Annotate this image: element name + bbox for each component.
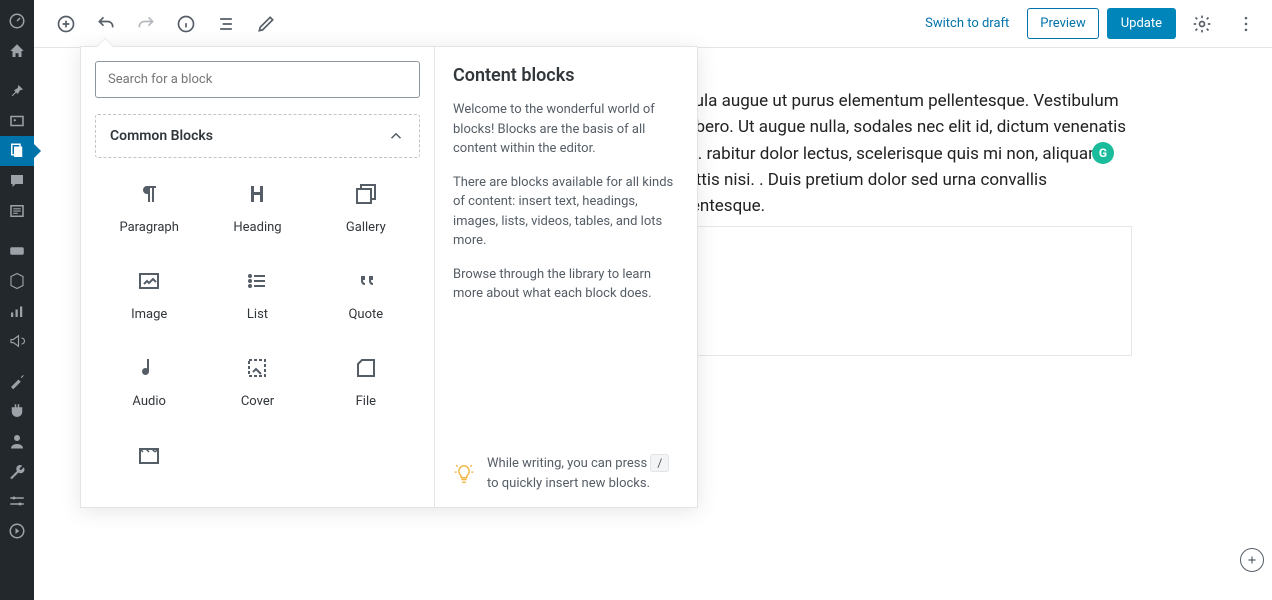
block-list[interactable]: List: [203, 255, 311, 334]
editor-toolbar: Switch to draft Preview Update: [34, 0, 1272, 48]
lightbulb-icon: [453, 463, 475, 485]
media-icon[interactable]: [0, 106, 34, 136]
feedback-icon[interactable]: [0, 196, 34, 226]
editor-main: Switch to draft Preview Update agna metu…: [34, 0, 1272, 600]
update-button[interactable]: Update: [1107, 8, 1176, 39]
undo-button[interactable]: [88, 6, 124, 42]
block-video[interactable]: [95, 429, 203, 493]
inserter-info-title: Content blocks: [453, 65, 679, 86]
block-cover[interactable]: Cover: [203, 342, 311, 421]
grammarly-badge[interactable]: G: [1092, 142, 1114, 164]
block-gallery[interactable]: Gallery: [312, 168, 420, 247]
comments-icon[interactable]: [0, 166, 34, 196]
products-icon[interactable]: [0, 266, 34, 296]
block-image[interactable]: Image: [95, 255, 203, 334]
block-paragraph[interactable]: Paragraph: [95, 168, 203, 247]
info-button[interactable]: [168, 6, 204, 42]
settings-gear-button[interactable]: [1184, 6, 1220, 42]
plugins-icon[interactable]: [0, 396, 34, 426]
woo-icon[interactable]: [0, 236, 34, 266]
block-quote[interactable]: Quote: [312, 255, 420, 334]
pin-icon[interactable]: [0, 76, 34, 106]
add-block-button[interactable]: [48, 6, 84, 42]
home-icon[interactable]: [0, 36, 34, 66]
admin-sidebar: [0, 0, 34, 600]
edit-button[interactable]: [248, 6, 284, 42]
collapse-icon[interactable]: [0, 516, 34, 546]
appearance-icon[interactable]: [0, 366, 34, 396]
block-heading[interactable]: Heading: [203, 168, 311, 247]
block-file[interactable]: File: [312, 342, 420, 421]
users-icon[interactable]: [0, 426, 34, 456]
inserter-info-p3: Browse through the library to learn more…: [453, 265, 679, 304]
slash-key: /: [650, 454, 669, 472]
switch-draft-button[interactable]: Switch to draft: [915, 10, 1019, 37]
block-search-input[interactable]: [95, 61, 420, 98]
redo-button[interactable]: [128, 6, 164, 42]
block-category-toggle[interactable]: Common Blocks: [95, 114, 420, 158]
inserter-info-p2: There are blocks available for all kinds…: [453, 173, 679, 251]
chevron-up-icon: [387, 127, 405, 145]
marketing-icon[interactable]: [0, 326, 34, 356]
tools-icon[interactable]: [0, 456, 34, 486]
outline-button[interactable]: [208, 6, 244, 42]
paragraph-block[interactable]: agna metus, dignissim egestas est dapibu…: [664, 88, 1132, 220]
dashboard-icon[interactable]: [0, 6, 34, 36]
add-block-below-button[interactable]: [1240, 548, 1264, 572]
inserter-info-p1: Welcome to the wonderful world of blocks…: [453, 100, 679, 159]
settings-icon[interactable]: [0, 486, 34, 516]
inserter-tip: While writing, you can press / to quickl…: [453, 454, 679, 493]
block-audio[interactable]: Audio: [95, 342, 203, 421]
analytics-icon[interactable]: [0, 296, 34, 326]
preview-button[interactable]: Preview: [1027, 8, 1098, 39]
category-label: Common Blocks: [110, 128, 213, 144]
block-inserter-popover: Common Blocks Paragraph Heading Gallery: [80, 46, 698, 508]
pages-icon[interactable]: [0, 136, 34, 166]
more-menu-button[interactable]: [1228, 6, 1264, 42]
